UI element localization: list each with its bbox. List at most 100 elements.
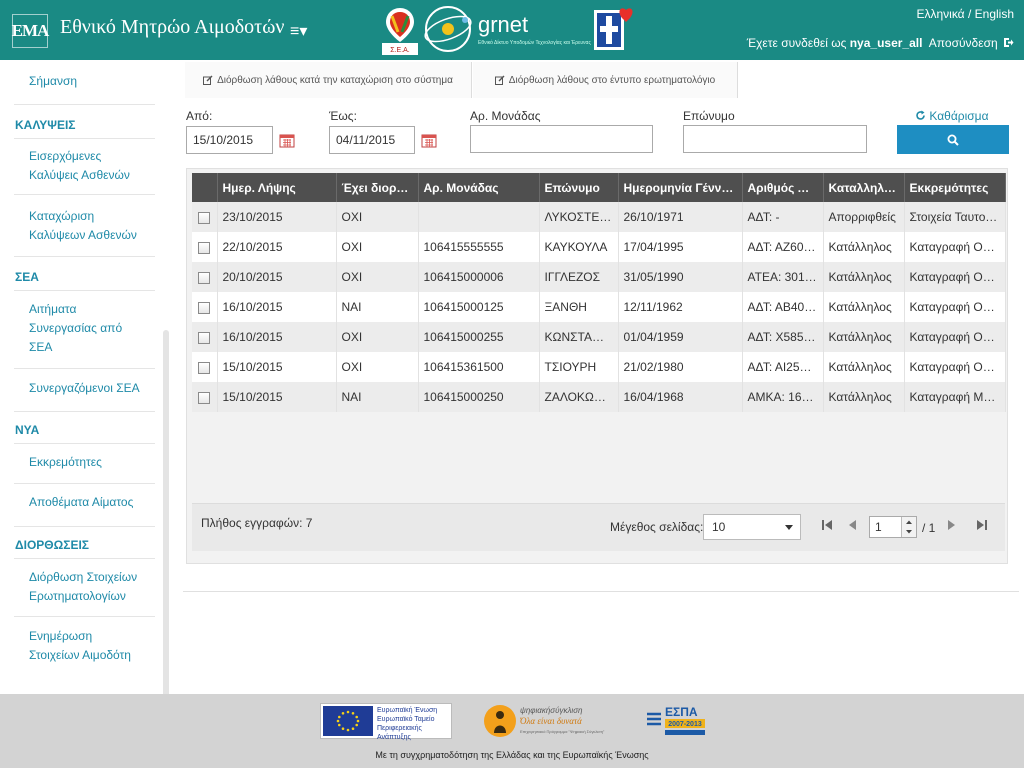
sidebar-scrollbar[interactable]	[163, 330, 169, 750]
surname-input[interactable]	[683, 125, 867, 153]
row-select-cell	[192, 382, 218, 412]
logout-link[interactable]: Αποσύνδεση	[929, 36, 998, 50]
row-checkbox[interactable]	[198, 271, 211, 284]
espa-brand: ΕΣΠΑ	[665, 705, 698, 719]
table-row[interactable]: 16/10/2015 ΝΑΙ 106415000125 ΞΑΝΘΗ 12/11/1962…	[192, 292, 1006, 322]
table-cell: Κατάλληλος	[823, 292, 905, 322]
prev-page-icon[interactable]	[846, 518, 860, 532]
from-date-input[interactable]	[186, 126, 273, 154]
sidebar-divider	[14, 368, 155, 369]
table-row[interactable]: 16/10/2015ΟΧΙ106415000255ΚΩΝΣΤΑΝΤΙΝΟΥ01/…	[192, 322, 1006, 352]
lang-separator: /	[964, 7, 975, 21]
sidebar-item-fix-questionnaire[interactable]: Διόρθωση Στοιχείων Ερωτηματολογίων	[29, 568, 154, 606]
tab-questionnaire-fix[interactable]: Διόρθωση λάθους στο έντυπο ερωτηματολόγι…	[473, 62, 738, 98]
table-row[interactable]: 23/10/2015 ΟΧΙ ΛΥΚΟΣΤΕΤΑ 26/10/1971 ΑΔΤ: - Απ…	[192, 202, 1006, 232]
column-header[interactable]: Εκκρεμότητες	[904, 173, 1006, 202]
sidebar-section-corrections: ΔΙΟΡΘΩΣΕΙΣ	[15, 538, 89, 552]
unit-number-input[interactable]	[470, 125, 653, 153]
to-date-input[interactable]	[329, 126, 415, 154]
column-header[interactable]: Αριθμός Δελτίου	[742, 173, 824, 202]
table-cell: ΑΔΤ: Χ5851234	[742, 322, 824, 352]
sidebar-item-label: Καλύψεις Ασθενών	[29, 168, 130, 182]
table-cell: ΟΧΙ	[336, 202, 419, 232]
select-column-header[interactable]	[192, 173, 218, 202]
table-row[interactable]: 20/10/2015 ΟΧΙ 106415000006 ΙΓΓΛΕΖΟΣ 31/05/1…	[192, 262, 1006, 292]
sidebar-item-register-coverage[interactable]: Καταχώριση Καλύψεων Ασθενών	[29, 207, 154, 245]
sidebar-divider	[14, 256, 155, 257]
table-cell: 16/04/1968	[618, 382, 743, 412]
clear-filters-link[interactable]: Καθάρισμα	[915, 109, 989, 123]
eu-line: Περιφερειακής	[377, 725, 422, 732]
sidebar-item-partner-sea[interactable]: Συνεργαζόμενοι ΣΕΑ	[29, 379, 154, 398]
table-cell: 01/04/1959	[618, 322, 743, 352]
lang-greek-link[interactable]: Ελληνικά	[916, 7, 964, 21]
logout-icon[interactable]	[1003, 37, 1014, 48]
calendar-icon[interactable]	[421, 132, 437, 148]
sidebar-divider	[14, 138, 155, 139]
sidebar-item-incoming-coverage[interactable]: Εισερχόμενες Καλύψεις Ασθενών	[29, 147, 154, 185]
table-cell: Κατάλληλος	[823, 352, 905, 382]
cofinance-text: Με τη συγχρηματοδότηση της Ελλάδας και τ…	[375, 750, 649, 760]
last-page-icon[interactable]	[975, 518, 989, 532]
sidebar-item-update-donor[interactable]: Ενημέρωση Στοιχείων Αιμοδότη	[29, 627, 154, 665]
row-checkbox[interactable]	[198, 211, 211, 224]
table-cell: ΑΔΤ: ΑΒ4012345	[742, 292, 824, 322]
sidebar-item-sea-requests[interactable]: Αιτήματα Συνεργασίας από ΣΕΑ	[29, 300, 154, 357]
sidebar-item-label: Συνεργασίας από	[29, 321, 123, 335]
row-checkbox[interactable]	[198, 241, 211, 254]
column-header[interactable]: Έχει διορθωθεί	[336, 173, 419, 202]
sidebar-divider	[14, 483, 155, 484]
row-checkbox[interactable]	[198, 301, 211, 314]
row-select-cell	[192, 232, 218, 262]
table-cell: 15/10/2015	[217, 352, 337, 382]
spinner-up-icon[interactable]	[902, 517, 916, 527]
menu-toggle-icon[interactable]: ≡▾	[290, 21, 307, 41]
column-header[interactable]: Καταλληλότητα	[823, 173, 905, 202]
table-cell: Κατάλληλος	[823, 382, 905, 412]
table-cell: Κατάλληλος	[823, 322, 905, 352]
current-page-value: 1	[875, 520, 882, 534]
table-cell: Στοιχεία Ταυτοποίησης	[904, 202, 1006, 232]
sidebar-item-label: Διόρθωση Στοιχείων	[29, 570, 138, 584]
language-switcher: Ελληνικά / English	[916, 7, 1014, 21]
sidebar-item-pending[interactable]: Εκκρεμότητες	[29, 453, 154, 472]
table-cell: 16/10/2015	[217, 322, 337, 352]
column-header[interactable]: Επώνυμο	[539, 173, 619, 202]
row-checkbox[interactable]	[198, 361, 211, 374]
table-cell: ΚΩΝΣΤΑΝΤΙΝΟΥ	[539, 322, 619, 352]
table-cell: 22/10/2015	[217, 232, 337, 262]
table-row[interactable]: 15/10/2015 ΝΑΙ 106415000250 ΖΑΛΟΚΩΣΤΑΣ 16/04…	[192, 382, 1006, 412]
spinner-down-icon[interactable]	[902, 527, 916, 537]
table-row[interactable]: 15/10/2015 ΟΧΙ 106415361500 ΤΣΙΟΥΡΗ 21/02/19…	[192, 352, 1006, 382]
column-header[interactable]: Αρ. Μονάδας	[418, 173, 540, 202]
digital-sub: Επιχειρησιακό Πρόγραμμα "Ψηφιακή Σύγκλισ…	[520, 729, 605, 734]
table-cell: ΚΑΥΚΟΥΛΑ	[539, 232, 619, 262]
sidebar-divider	[14, 194, 155, 195]
row-checkbox[interactable]	[198, 331, 211, 344]
row-checkbox[interactable]	[198, 391, 211, 404]
table-cell: 15/10/2015	[217, 382, 337, 412]
table-cell: ΑΔΤ: ΑΖ6012345	[742, 232, 824, 262]
first-page-icon[interactable]	[820, 518, 834, 532]
page-number-input[interactable]: 1	[869, 516, 917, 538]
sidebar-item-simansi[interactable]: Σήμανση	[29, 72, 154, 91]
sidebar-divider	[14, 558, 155, 559]
app-title[interactable]: Εθνικό Μητρώο Αιμοδοτών	[60, 16, 284, 39]
page-spinner[interactable]	[901, 517, 916, 537]
column-header[interactable]: Ημερ. Λήψης	[217, 173, 337, 202]
tab-system-entry-fix[interactable]: Διόρθωση λάθους κατά την καταχώριση στο …	[185, 62, 472, 98]
calendar-icon[interactable]	[279, 132, 295, 148]
lang-english-link[interactable]: English	[975, 7, 1014, 21]
grnet-tagline: Εθνικό Δίκτυο Υποδομών Τεχνολογίας και Έ…	[478, 40, 591, 46]
table-cell: ΝΑΙ	[336, 382, 419, 412]
table-cell	[418, 202, 540, 232]
table-row[interactable]: 22/10/2015 ΟΧΙ 106415555555 ΚΑΥΚΟΥΛΑ 17/04/1…	[192, 232, 1006, 262]
sidebar-divider	[14, 290, 155, 291]
ema-logo[interactable]: ΕΜΑ	[12, 14, 49, 48]
search-button[interactable]	[897, 125, 1009, 154]
page-size-select[interactable]: 10	[703, 514, 801, 540]
sidebar-item-blood-stock[interactable]: Αποθέματα Αίματος	[29, 493, 154, 512]
next-page-icon[interactable]	[944, 518, 958, 532]
grid-header-row: Ημερ. ΛήψηςΈχει διορθωθείΑρ. ΜονάδαςΕπών…	[192, 173, 1006, 202]
column-header[interactable]: Ημερομηνία Γέννησης	[618, 173, 743, 202]
